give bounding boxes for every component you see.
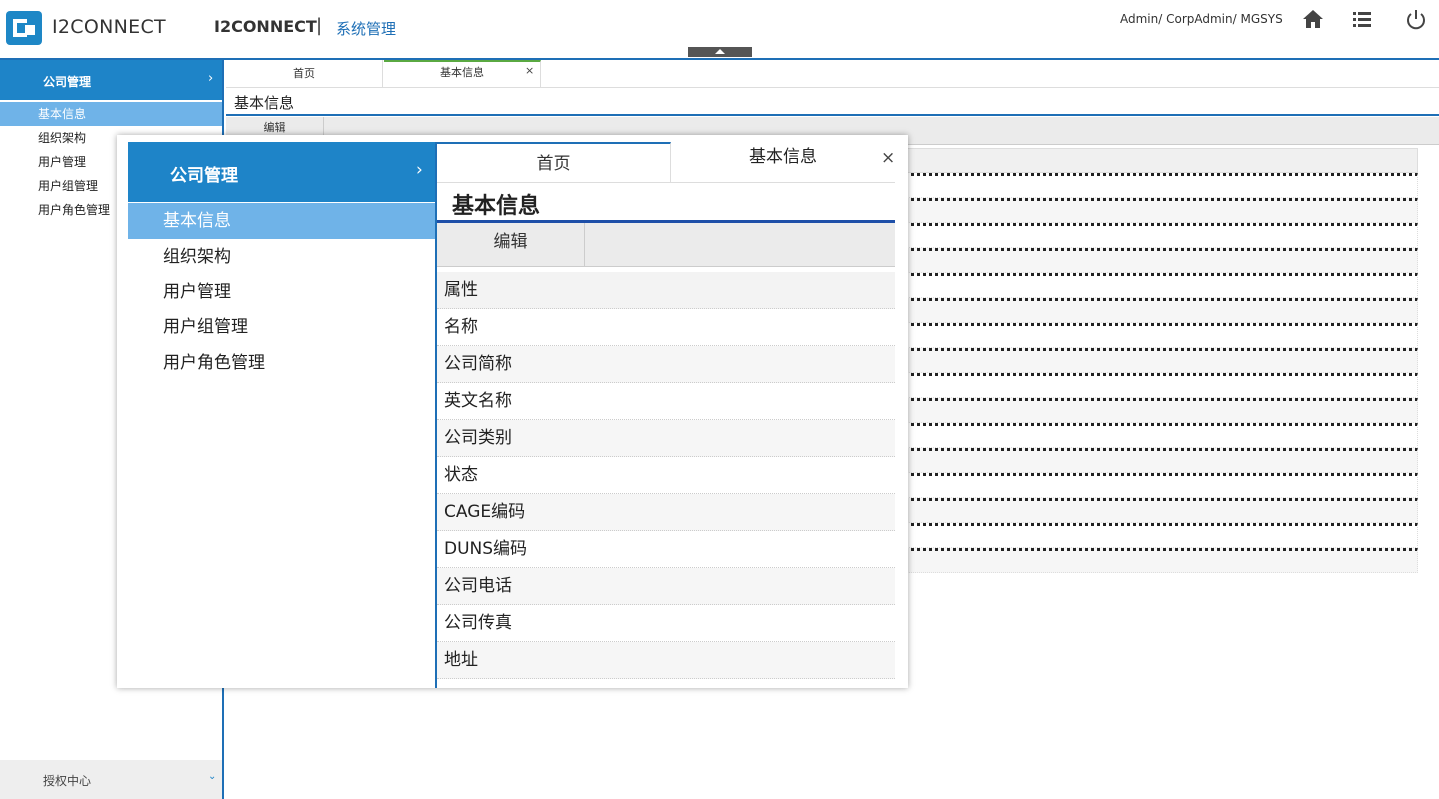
sidebar-item-label: 用户角色管理 <box>163 353 265 373</box>
popup-sidebar-section-title: 公司管理 <box>170 166 238 186</box>
property-label: CAGE编码 <box>437 494 895 531</box>
popup-toolbar: 编辑 <box>437 223 895 267</box>
tab-label: 首页 <box>293 67 315 80</box>
zoom-popup: 公司管理 › 基本信息 组织架构 用户管理 用户组管理 用户角色管理 首页 基本… <box>117 135 908 688</box>
sidebar-item-label: 用户管理 <box>163 282 231 302</box>
grid-header-cell: 属性 <box>437 272 895 309</box>
popup-tabbar-divider <box>437 182 895 183</box>
logo-icon <box>6 11 42 45</box>
tab-label: 基本信息 <box>440 66 484 79</box>
property-label: 公司电话 <box>437 568 895 605</box>
chevron-down-icon: ⌄ <box>208 771 217 782</box>
property-label: 地址 <box>437 642 895 679</box>
popup-tab-home[interactable]: 首页 <box>437 142 671 183</box>
sidebar-item-label: 用户角色管理 <box>38 203 111 217</box>
sidebar-item-label: 用户组管理 <box>38 179 99 193</box>
sidebar-footer-title: 授权中心 <box>43 774 92 788</box>
property-label: 英文名称 <box>437 383 895 420</box>
close-icon[interactable]: × <box>525 64 534 77</box>
property-label: DUNS编码 <box>437 531 895 568</box>
sidebar-item-label: 用户组管理 <box>163 317 248 337</box>
property-label: 名称 <box>437 309 895 346</box>
tab-home[interactable]: 首页 <box>226 60 383 88</box>
popup-sidebar-item-org-structure[interactable]: 组织架构 <box>128 239 436 275</box>
sidebar-section-title: 公司管理 <box>43 75 92 89</box>
sidebar-item-label: 基本信息 <box>38 107 87 121</box>
properties-grid: 属性 名称 公司简称 英文名称 公司类别 状态 CAGE编码 DUNS编码 公司… <box>437 272 895 679</box>
popup-sidebar-item-user-group-management[interactable]: 用户组管理 <box>128 309 436 345</box>
title-separator: | <box>316 15 323 36</box>
user-info: Admin/ CorpAdmin/ MGSYS <box>1120 12 1283 26</box>
sidebar-item-label: 组织架构 <box>163 247 231 267</box>
tabbar-divider <box>226 87 1439 88</box>
close-icon[interactable]: × <box>881 148 895 168</box>
caret-up-icon <box>715 49 725 54</box>
popup-sidebar-item-user-role-management[interactable]: 用户角色管理 <box>128 345 436 381</box>
collapse-header-button[interactable] <box>688 47 752 57</box>
property-label: 公司传真 <box>437 605 895 642</box>
power-icon[interactable] <box>1404 8 1428 30</box>
chevron-right-icon: › <box>208 71 214 86</box>
tab-label: 基本信息 <box>749 147 817 167</box>
popup-page-title: 基本信息 <box>452 194 541 219</box>
chevron-right-icon: › <box>416 160 423 180</box>
popup-sidebar-section-header[interactable]: 公司管理 › <box>128 142 436 202</box>
sidebar-item-basic-info[interactable]: 基本信息 <box>0 102 222 126</box>
app-title: I2CONNECT <box>214 17 317 36</box>
logo-text: I2CONNECT <box>52 16 166 38</box>
popup-sidebar-item-basic-info[interactable]: 基本信息 <box>128 203 436 239</box>
home-icon[interactable] <box>1301 8 1325 30</box>
sidebar-item-label: 组织架构 <box>38 131 87 145</box>
page-title: 基本信息 <box>234 94 295 112</box>
popup-edit-button[interactable]: 编辑 <box>437 223 585 267</box>
title-divider <box>226 114 1439 116</box>
sidebar-item-label: 基本信息 <box>163 211 231 231</box>
module-title[interactable]: 系统管理 <box>336 18 396 39</box>
list-icon[interactable] <box>1350 8 1374 30</box>
property-label: 公司简称 <box>437 346 895 383</box>
popup-tab-basic-info[interactable]: 基本信息 <box>672 142 894 183</box>
tab-basic-info[interactable]: 基本信息 <box>384 60 541 88</box>
property-label: 公司类别 <box>437 420 895 457</box>
app-header: I2CONNECT I2CONNECT | 系统管理 Admin/ CorpAd… <box>0 0 1439 58</box>
property-label: 状态 <box>437 457 895 494</box>
tab-label: 首页 <box>536 154 571 174</box>
sidebar-section-header[interactable]: 公司管理 › <box>0 60 222 100</box>
sidebar-item-label: 用户管理 <box>38 155 87 169</box>
popup-sidebar-item-user-management[interactable]: 用户管理 <box>128 274 436 310</box>
sidebar-footer-section[interactable]: 授权中心 ⌄ <box>0 760 222 799</box>
